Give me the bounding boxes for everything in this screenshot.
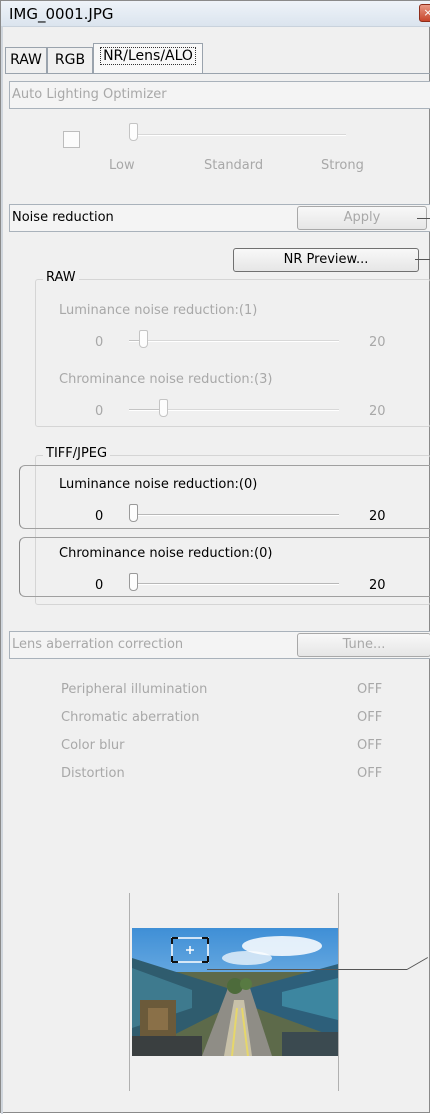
alo-slider-thumb[interactable] <box>129 123 138 141</box>
alo-label-low: Low <box>109 158 135 173</box>
raw-chrominance-max: 20 <box>369 404 386 419</box>
lens-header-label: Lens aberration correction <box>12 637 184 652</box>
raw-chrominance-fill <box>129 409 161 410</box>
nr-lens-alo-window: IMG_0001.JPG × RAW RGB NR/Lens/ALO Auto … <box>0 0 430 1114</box>
tab-rgb[interactable]: RGB <box>47 47 93 73</box>
navigator-thumbnail[interactable] <box>132 928 338 1056</box>
title-bar[interactable]: IMG_0001.JPG × <box>1 1 430 27</box>
tiff-group-title: TIFF/JPEG <box>43 446 111 461</box>
tiff-luminance-thumb[interactable] <box>129 504 138 522</box>
lens-item-distortion-value: OFF <box>357 766 383 781</box>
nr-preview-button[interactable]: NR Preview... <box>233 248 419 272</box>
tiff-luminance-label: Luminance noise reduction:(0) <box>59 477 258 492</box>
tab-divider <box>5 73 430 74</box>
tiff-luminance-track[interactable] <box>129 514 339 516</box>
alo-label-strong: Strong <box>321 158 364 173</box>
tiff-chrominance-max: 20 <box>369 578 386 593</box>
raw-luminance-min: 0 <box>95 335 104 350</box>
lens-item-colorblur-value: OFF <box>357 738 383 753</box>
tiff-chrominance-min: 0 <box>95 578 104 593</box>
raw-luminance-track[interactable] <box>129 340 339 342</box>
tiff-chrominance-track[interactable] <box>129 583 339 585</box>
alo-header: Auto Lighting Optimizer <box>9 81 430 109</box>
raw-group-title: RAW <box>43 270 79 285</box>
tiff-chrominance-label: Chrominance noise reduction:(0) <box>59 546 273 561</box>
alo-slider-track[interactable] <box>131 134 346 136</box>
tab-nr-lens-alo-label: NR/Lens/ALO <box>100 47 196 65</box>
raw-luminance-fill <box>129 340 139 341</box>
raw-chrominance-label: Chrominance noise reduction:(3) <box>59 372 273 387</box>
alo-label-standard: Standard <box>204 158 264 173</box>
train-thumbnail-image <box>132 928 338 1056</box>
close-icon[interactable]: × <box>419 4 430 22</box>
tiff-luminance-min: 0 <box>95 509 104 524</box>
tab-raw-label: RAW <box>10 52 42 68</box>
window-title: IMG_0001.JPG <box>9 5 114 23</box>
apply-button-label: Apply <box>343 210 381 225</box>
navigator-panel <box>129 893 339 1091</box>
tab-rgb-label: RGB <box>54 52 86 68</box>
tune-button-label: Tune... <box>342 637 386 652</box>
preview-connector-line <box>415 259 430 260</box>
raw-luminance-label: Luminance noise reduction:(1) <box>59 303 258 318</box>
apply-connector-line <box>417 218 430 219</box>
tab-raw[interactable]: RAW <box>5 47 47 73</box>
raw-chrominance-thumb[interactable] <box>159 399 168 417</box>
apply-button[interactable]: Apply <box>297 206 427 230</box>
alo-checkbox[interactable] <box>63 131 80 148</box>
nr-header-label: Noise reduction <box>12 210 114 225</box>
lens-item-distortion-label: Distortion <box>61 766 125 781</box>
lens-item-chromatic-label: Chromatic aberration <box>61 710 200 725</box>
tune-button[interactable]: Tune... <box>297 633 430 657</box>
alo-header-label: Auto Lighting Optimizer <box>12 87 167 102</box>
tiff-chrominance-thumb[interactable] <box>129 573 138 591</box>
lens-item-chromatic-value: OFF <box>357 710 383 725</box>
raw-chrominance-min: 0 <box>95 404 104 419</box>
nr-preview-button-label: NR Preview... <box>283 252 369 267</box>
raw-luminance-max: 20 <box>369 335 386 350</box>
lens-item-peripheral-label: Peripheral illumination <box>61 682 208 697</box>
lens-item-peripheral-value: OFF <box>357 682 383 697</box>
tiff-luminance-max: 20 <box>369 509 386 524</box>
navigator-connector-line <box>207 969 407 970</box>
raw-luminance-thumb[interactable] <box>139 330 148 348</box>
lens-item-colorblur-label: Color blur <box>61 738 125 753</box>
tab-nr-lens-alo[interactable]: NR/Lens/ALO <box>93 43 203 73</box>
